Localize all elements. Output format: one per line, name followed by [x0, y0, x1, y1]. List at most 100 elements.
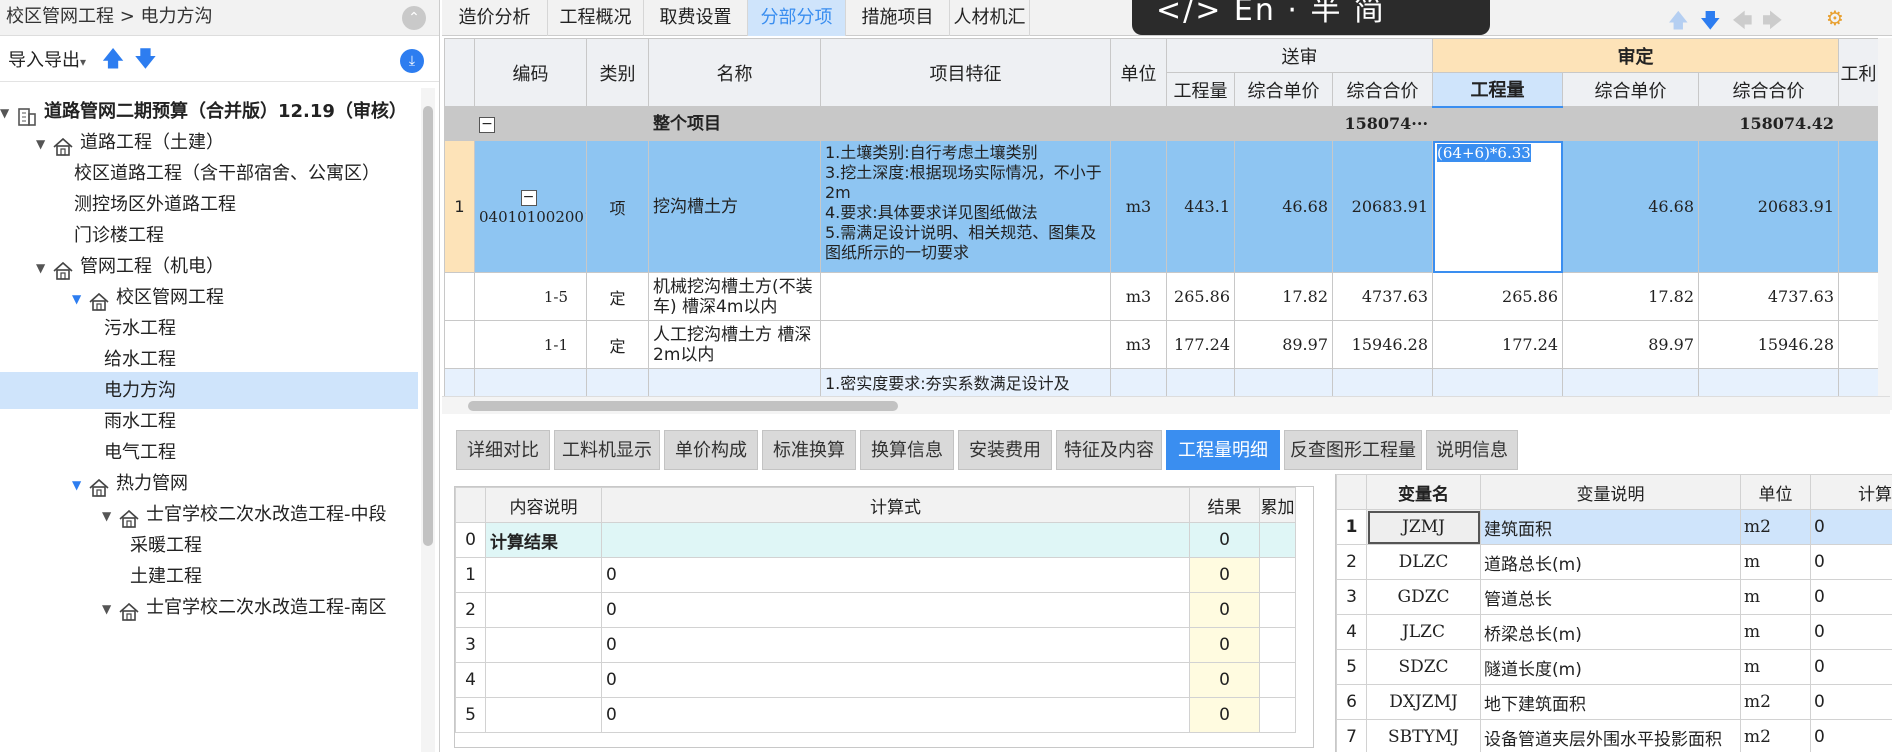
feature-cell[interactable] [820, 106, 1111, 141]
row-number[interactable] [444, 272, 475, 321]
calc-formula-cell[interactable] [601, 522, 1190, 558]
calc-acc-cell[interactable] [1259, 697, 1296, 733]
calc-acc-cell[interactable] [1259, 627, 1296, 663]
row-number[interactable] [444, 320, 475, 369]
submitted-price-cell[interactable]: 17.82 [1234, 272, 1333, 321]
submitted-qty-cell[interactable]: 177.24 [1166, 320, 1235, 369]
settings-icon[interactable]: ⚙ [1826, 6, 1844, 30]
feature-cell[interactable]: 1.土壤类别:自行考虑土壤类别 3.挖土深度:根据现场实际情况，不小于2m 4.… [820, 140, 1111, 273]
table-row[interactable]: 3 GDZC 管道总长 m 0 [1336, 579, 1892, 615]
audited-price-cell[interactable]: 46.68 [1562, 140, 1700, 273]
grid-header-unit[interactable]: 单位 [1110, 38, 1167, 107]
var-desc-cell[interactable]: 隧道长度(m) [1480, 649, 1741, 685]
audited-price-cell[interactable]: 17.82 [1562, 272, 1700, 321]
calc-result-cell[interactable]: 0 [1189, 627, 1260, 663]
type-cell[interactable] [586, 368, 649, 399]
collapse-toggle-icon[interactable]: − [479, 116, 495, 133]
var-header-name[interactable]: 变量名 [1366, 474, 1481, 510]
code-cell[interactable]: 1-1 [474, 320, 587, 369]
table-row[interactable]: 5 0 0 [455, 697, 1296, 733]
tab-1[interactable]: 造价分析 [442, 0, 548, 36]
type-cell[interactable]: 定 [586, 320, 649, 369]
var-header-desc[interactable]: 变量说明 [1480, 474, 1741, 510]
tab-5[interactable]: 措施项目 [846, 0, 950, 36]
calc-result-cell[interactable]: 0 [1189, 662, 1260, 698]
submitted-qty-cell[interactable]: 265.86 [1166, 272, 1235, 321]
unit-cell[interactable] [1110, 106, 1167, 141]
var-desc-cell[interactable]: 设备管道夹层外围水平投影面积 [1480, 719, 1741, 752]
var-no-cell[interactable]: 2 [1336, 544, 1367, 580]
var-name-cell[interactable]: SDZC [1366, 649, 1481, 685]
table-row[interactable]: − 整个项目 158074··· 158074.42 [444, 106, 1880, 141]
submitted-qty-cell[interactable] [1166, 106, 1235, 141]
var-desc-cell[interactable]: 地下建筑面积 [1480, 684, 1741, 720]
var-no-cell[interactable]: 3 [1336, 579, 1367, 615]
code-cell[interactable]: 1-5 [474, 272, 587, 321]
var-name-cell[interactable]: JZMJ [1366, 509, 1481, 545]
var-name-cell[interactable]: DXJZMJ [1366, 684, 1481, 720]
extra-cell[interactable] [1838, 320, 1880, 369]
dropdown-icon[interactable]: ▾ [80, 55, 86, 69]
row-number[interactable] [444, 368, 475, 399]
move-down-icon[interactable]: 🡇 [134, 47, 157, 72]
grid-header-type[interactable]: 类别 [586, 38, 649, 107]
grid-header-code[interactable]: 编码 [474, 38, 587, 107]
calc-result-cell[interactable]: 0 [1189, 697, 1260, 733]
var-value-cell[interactable]: 0 [1810, 649, 1892, 685]
audited-qty-cell[interactable]: 265.86 [1432, 272, 1564, 321]
var-value-cell[interactable]: 0 [1810, 544, 1892, 580]
var-name-cell[interactable]: JLZC [1366, 614, 1481, 650]
calc-no-cell[interactable]: 3 [455, 627, 486, 663]
var-no-cell[interactable]: 1 [1336, 509, 1367, 545]
calc-formula-cell[interactable]: 0 [601, 557, 1190, 593]
var-unit-cell[interactable]: m2 [1740, 719, 1811, 752]
calc-no-cell[interactable]: 5 [455, 697, 486, 733]
table-row[interactable]: 2 0 0 [455, 592, 1296, 628]
tab-2[interactable]: 工程概况 [548, 0, 644, 36]
table-row[interactable]: 1 JZMJ 建筑面积 m2 0 [1336, 509, 1892, 545]
calc-desc-cell[interactable] [485, 697, 602, 733]
audited-total-cell[interactable]: 4737.63 [1698, 272, 1840, 321]
calc-desc-cell[interactable] [485, 592, 602, 628]
name-cell[interactable] [648, 368, 821, 399]
audited-total-cell[interactable]: 158074.42 [1698, 106, 1840, 141]
calc-no-cell[interactable]: 4 [455, 662, 486, 698]
calc-acc-cell[interactable] [1259, 557, 1296, 593]
var-unit-cell[interactable]: m2 [1740, 509, 1811, 545]
audited-qty-cell[interactable] [1432, 368, 1564, 399]
submitted-total-cell[interactable] [1331, 368, 1434, 399]
calc-acc-cell[interactable] [1259, 522, 1296, 558]
submitted-qty-cell[interactable]: 443.1 [1166, 140, 1235, 273]
var-value-cell[interactable]: 0 [1810, 719, 1892, 752]
calc-formula-cell[interactable]: 0 [601, 627, 1190, 663]
submitted-total-cell[interactable]: 15946.28 [1331, 320, 1434, 369]
submitted-price-cell[interactable] [1234, 106, 1333, 141]
audited-total-cell[interactable] [1698, 368, 1840, 399]
unit-cell[interactable] [1110, 368, 1167, 399]
bottom-tab-4[interactable]: 标准换算 [762, 430, 856, 470]
grid-vertical-scrollbar[interactable] [1878, 38, 1892, 410]
var-value-cell[interactable]: 0 [1810, 614, 1892, 650]
calc-no-cell[interactable]: 0 [455, 522, 486, 558]
grid-header-submitted-price[interactable]: 综合单价 [1234, 72, 1333, 107]
submitted-price-cell[interactable] [1234, 368, 1333, 399]
audited-total-cell[interactable]: 20683.91 [1698, 140, 1840, 273]
audited-qty-cell[interactable]: 177.24 [1432, 320, 1564, 369]
collapse-toggle-icon[interactable]: − [520, 190, 537, 206]
audited-qty-cell[interactable] [1432, 106, 1564, 141]
bottom-tab-10[interactable]: 说明信息 [1426, 430, 1518, 470]
grid-header-extra[interactable]: 工利 [1838, 38, 1880, 107]
var-no-cell[interactable]: 4 [1336, 614, 1367, 650]
calc-header-formula[interactable]: 计算式 [601, 487, 1190, 523]
var-header-unit[interactable]: 单位 [1740, 474, 1811, 510]
submitted-total-cell[interactable]: 4737.63 [1331, 272, 1434, 321]
extra-cell[interactable] [1838, 106, 1880, 141]
var-name-cell[interactable]: DLZC [1366, 544, 1481, 580]
calc-no-cell[interactable]: 1 [455, 557, 486, 593]
grid-header-audited-total[interactable]: 综合合价 [1698, 72, 1840, 107]
grid-header-name[interactable]: 名称 [648, 38, 821, 107]
calc-desc-cell[interactable] [485, 662, 602, 698]
bottom-tab-7[interactable]: 特征及内容 [1056, 430, 1162, 470]
arrow-right-icon[interactable]: 🡆 [1762, 6, 1783, 40]
calc-header-result[interactable]: 结果 [1189, 487, 1260, 523]
